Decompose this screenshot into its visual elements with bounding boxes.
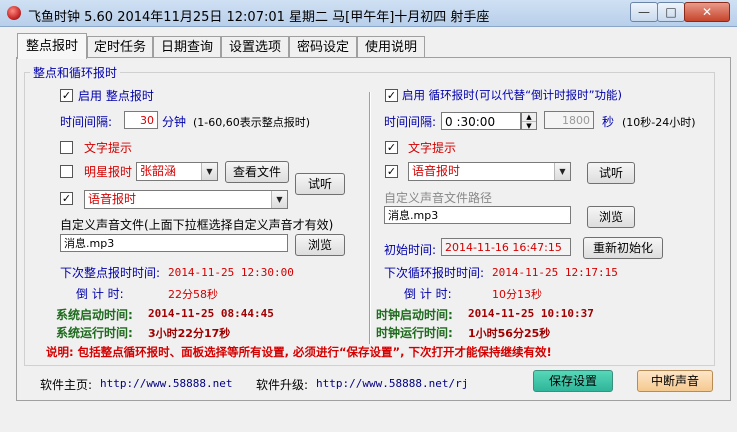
tab-hourly-chime[interactable]: 整点报时 — [17, 33, 87, 59]
star-select-value: 张韶涵 — [140, 164, 177, 178]
tab-password[interactable]: 密码设定 — [289, 36, 357, 58]
init-time-label: 初始时间: — [384, 243, 437, 257]
right-browse-button[interactable]: 浏览 — [587, 206, 635, 228]
home-link[interactable]: http://www.58888.net — [100, 377, 232, 390]
spin-down-icon[interactable]: ▼ — [522, 122, 536, 130]
chevron-down-icon: ▼ — [201, 163, 217, 180]
view-file-button[interactable]: 查看文件 — [225, 161, 289, 183]
save-settings-button[interactable]: 保存设置 — [533, 370, 613, 392]
right-test-button[interactable]: 试听 — [587, 162, 635, 184]
right-text-prompt-checkbox[interactable]: ✓ — [385, 141, 398, 154]
clock-start-label: 时钟启动时间: — [376, 308, 453, 322]
chevron-down-icon: ▼ — [271, 191, 287, 208]
sys-start-label: 系统启动时间: — [56, 308, 133, 322]
enable-hourly-checkbox[interactable]: ✓ — [60, 89, 73, 102]
upgrade-label: 软件升级: — [256, 378, 309, 392]
window-title: 飞鱼时钟 5.60 2014年11月25日 12:07:01 星期二 马[甲午年… — [28, 10, 490, 25]
left-test-button[interactable]: 试听 — [295, 173, 345, 195]
column-divider — [369, 92, 371, 344]
right-countdown-value: 10分13秒 — [492, 288, 542, 301]
reinit-button[interactable]: 重新初始化 — [583, 237, 663, 259]
group-title: 整点和循环报时 — [30, 64, 121, 81]
left-countdown-value: 22分58秒 — [168, 288, 218, 301]
next-loop-label: 下次循环报时时间: — [384, 266, 485, 280]
enable-hourly-label: 启用 整点报时 — [78, 89, 154, 103]
right-interval-label: 时间间隔: — [384, 115, 437, 129]
interval-unit-label: 分钟 — [162, 115, 187, 129]
next-hourly-value: 2014-11-25 12:30:00 — [168, 266, 294, 279]
maximize-button[interactable]: □ — [657, 2, 685, 22]
sys-run-value: 3小时22分17秒 — [148, 327, 231, 340]
save-notice: 说明: 包括整点循环报时、面板选择等所有设置, 必须进行“保存设置”, 下次打开… — [46, 345, 552, 359]
loop-interval-input[interactable]: 0 :30:00 — [441, 112, 521, 130]
enable-loop-checkbox[interactable]: ✓ — [385, 89, 398, 102]
loop-seconds-input[interactable]: 1800 — [544, 111, 594, 129]
sys-run-label: 系统运行时间: — [56, 326, 133, 340]
seconds-hint: (10秒-24小时) — [622, 116, 696, 129]
left-browse-button[interactable]: 浏览 — [295, 234, 345, 256]
interval-hint: (1-60,60表示整点报时) — [193, 116, 311, 129]
title-bar: 飞鱼时钟 5.60 2014年11月25日 12:07:01 星期二 马[甲午年… — [0, 0, 737, 27]
init-time-input[interactable]: 2014-11-16 16:47:15 — [441, 238, 571, 256]
star-chime-label: 明星报时 — [84, 165, 133, 179]
enable-loop-label: 启用 循环报时(可以代替“倒计时报时”功能) — [402, 88, 623, 102]
right-text-prompt-label: 文字提示 — [408, 141, 457, 155]
custom-sound-input[interactable]: 消息.mp3 — [60, 234, 288, 252]
right-voice-select-value: 语音报时 — [412, 164, 461, 178]
custom-path-label: 自定义声音文件路径 — [384, 191, 493, 205]
sys-start-value: 2014-11-25 08:44:45 — [148, 307, 274, 320]
left-voice-select[interactable]: 语音报时 ▼ — [84, 190, 288, 209]
home-label: 软件主页: — [40, 378, 93, 392]
chevron-down-icon: ▼ — [554, 163, 570, 180]
right-voice-checkbox[interactable]: ✓ — [385, 165, 398, 178]
left-interval-label: 时间间隔: — [60, 115, 113, 129]
seconds-unit-label: 秒 — [602, 115, 615, 129]
left-voice-select-value: 语音报时 — [88, 192, 137, 206]
tab-help[interactable]: 使用说明 — [357, 36, 425, 58]
left-countdown-label: 倒 计 时: — [76, 287, 124, 301]
star-chime-checkbox[interactable] — [60, 165, 73, 178]
spin-up-icon[interactable]: ▲ — [522, 113, 536, 122]
close-button[interactable]: ✕ — [684, 2, 730, 22]
next-hourly-label: 下次整点报时时间: — [60, 266, 161, 280]
left-text-prompt-label: 文字提示 — [84, 141, 133, 155]
tab-scheduled-tasks[interactable]: 定时任务 — [87, 36, 153, 58]
stop-sound-button[interactable]: 中断声音 — [637, 370, 713, 392]
left-voice-checkbox[interactable]: ✓ — [60, 192, 73, 205]
minimize-button[interactable]: — — [630, 2, 658, 22]
star-select[interactable]: 张韶涵 ▼ — [136, 162, 218, 181]
custom-path-input[interactable]: 消息.mp3 — [384, 206, 571, 224]
next-loop-value: 2014-11-25 12:17:15 — [492, 266, 618, 279]
custom-sound-label: 自定义声音文件(上面下拉框选择自定义声音才有效) — [60, 218, 334, 232]
loop-interval-spinner[interactable]: ▲ ▼ — [521, 112, 537, 130]
left-text-prompt-checkbox[interactable] — [60, 141, 73, 154]
clock-start-value: 2014-11-25 10:10:37 — [468, 307, 594, 320]
tab-settings[interactable]: 设置选项 — [221, 36, 289, 58]
right-voice-select[interactable]: 语音报时 ▼ — [408, 162, 571, 181]
app-icon — [7, 6, 21, 20]
right-countdown-label: 倒 计 时: — [404, 287, 452, 301]
tab-date-query[interactable]: 日期查询 — [153, 36, 221, 58]
upgrade-link[interactable]: http://www.58888.net/rj — [316, 377, 468, 390]
clock-run-label: 时钟运行时间: — [376, 326, 453, 340]
interval-minutes-input[interactable]: 30 — [124, 111, 158, 129]
clock-run-value: 1小时56分25秒 — [468, 327, 551, 340]
